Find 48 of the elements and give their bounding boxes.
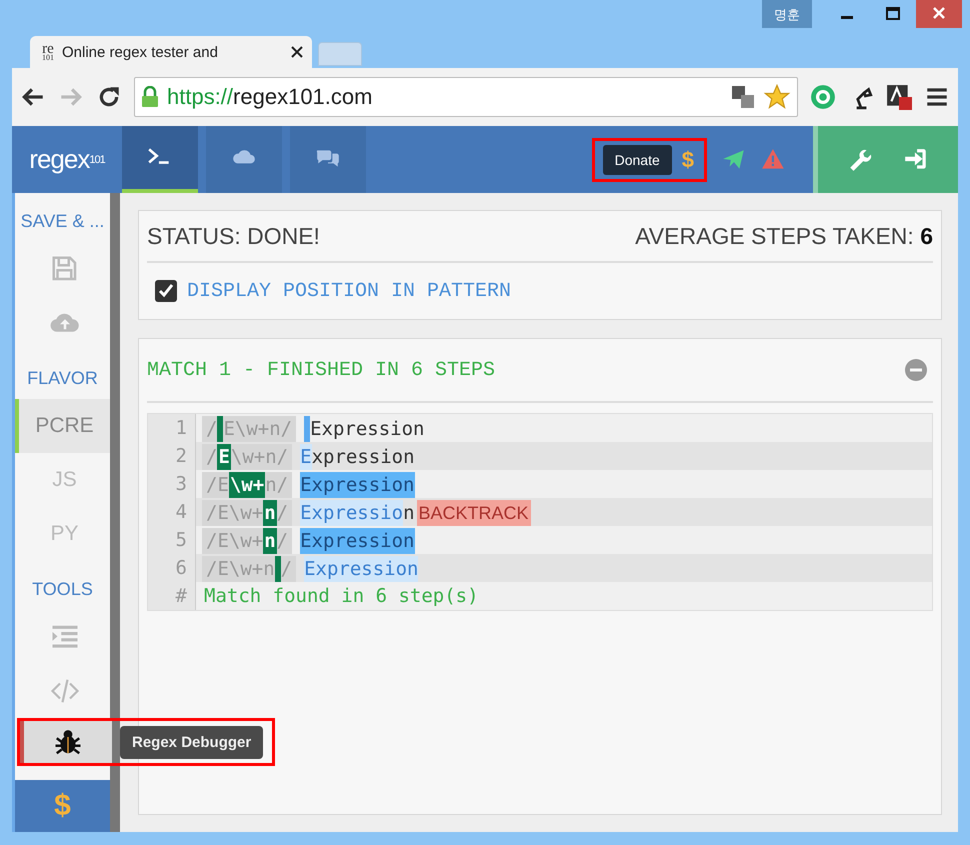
checkbox[interactable] — [155, 280, 177, 302]
lock-icon — [141, 86, 159, 108]
line-number: 3 — [148, 470, 196, 498]
subject-text: Expression — [300, 472, 414, 498]
subject-text: Expression BACKTRACK — [300, 500, 531, 526]
nav-tab[interactable] — [206, 126, 282, 193]
donate-link[interactable]: $ — [682, 146, 694, 172]
line-number: # — [148, 582, 196, 610]
subject-text: Expression — [300, 528, 414, 554]
url-text: https://regex101.com — [167, 84, 372, 110]
flavor-item[interactable]: JS — [15, 453, 110, 507]
close-icon[interactable] — [290, 45, 304, 59]
nav-tab[interactable] — [290, 126, 366, 193]
bug-icon[interactable] — [53, 727, 83, 757]
flavor-item[interactable]: PY — [15, 507, 110, 561]
subject-text: Expression — [300, 444, 415, 470]
line-number: 1 — [148, 414, 196, 442]
match-title: MATCH 1 - FINISHED IN 6 STEPS — [147, 358, 496, 382]
translate-icon[interactable] — [731, 85, 755, 109]
pattern-text: /E\w+n/ — [202, 500, 292, 526]
collapse-icon[interactable] — [905, 359, 927, 381]
pattern-text: /E\w+n/ — [202, 528, 292, 554]
sidebar-heading: TOOLS — [31, 578, 94, 601]
option-label[interactable]: DISPLAY POSITION IN PATTERN — [187, 280, 512, 302]
line-number: 5 — [148, 526, 196, 554]
pattern-text: /E\w+n / — [202, 556, 296, 582]
address-bar[interactable]: https://regex101.com — [134, 77, 798, 117]
sidebar-heading: FLAVOR — [26, 367, 99, 390]
star-icon[interactable] — [763, 83, 791, 111]
pattern-text: /E\w+n/ — [202, 472, 292, 498]
subject-text: Expression — [304, 556, 418, 582]
donate-link[interactable]: $ — [15, 780, 110, 832]
pattern-text: /E\w+n/ — [202, 444, 292, 470]
flavor-item[interactable]: PCRE — [15, 399, 110, 453]
subject-text: Expression — [304, 416, 424, 442]
tool-item[interactable] — [20, 721, 112, 763]
nav-tab[interactable] — [122, 126, 198, 193]
user-badge[interactable]: 명훈 — [762, 0, 812, 28]
status-text: STATUS: DONE! — [147, 222, 320, 250]
tooltip: Regex Debugger — [120, 726, 264, 758]
donate-tooltip: Donate — [602, 144, 672, 174]
favicon: re 101 — [42, 42, 54, 62]
steps-text: AVERAGE STEPS TAKEN: 6 — [635, 222, 933, 250]
summary-text: Match found in 6 step(s) — [203, 584, 479, 609]
sidebar-heading: SAVE & ... — [20, 210, 106, 233]
pattern-text: / E\w+n/ — [202, 416, 296, 442]
extension-icon[interactable] — [886, 84, 912, 110]
scrollbar[interactable] — [110, 193, 120, 832]
